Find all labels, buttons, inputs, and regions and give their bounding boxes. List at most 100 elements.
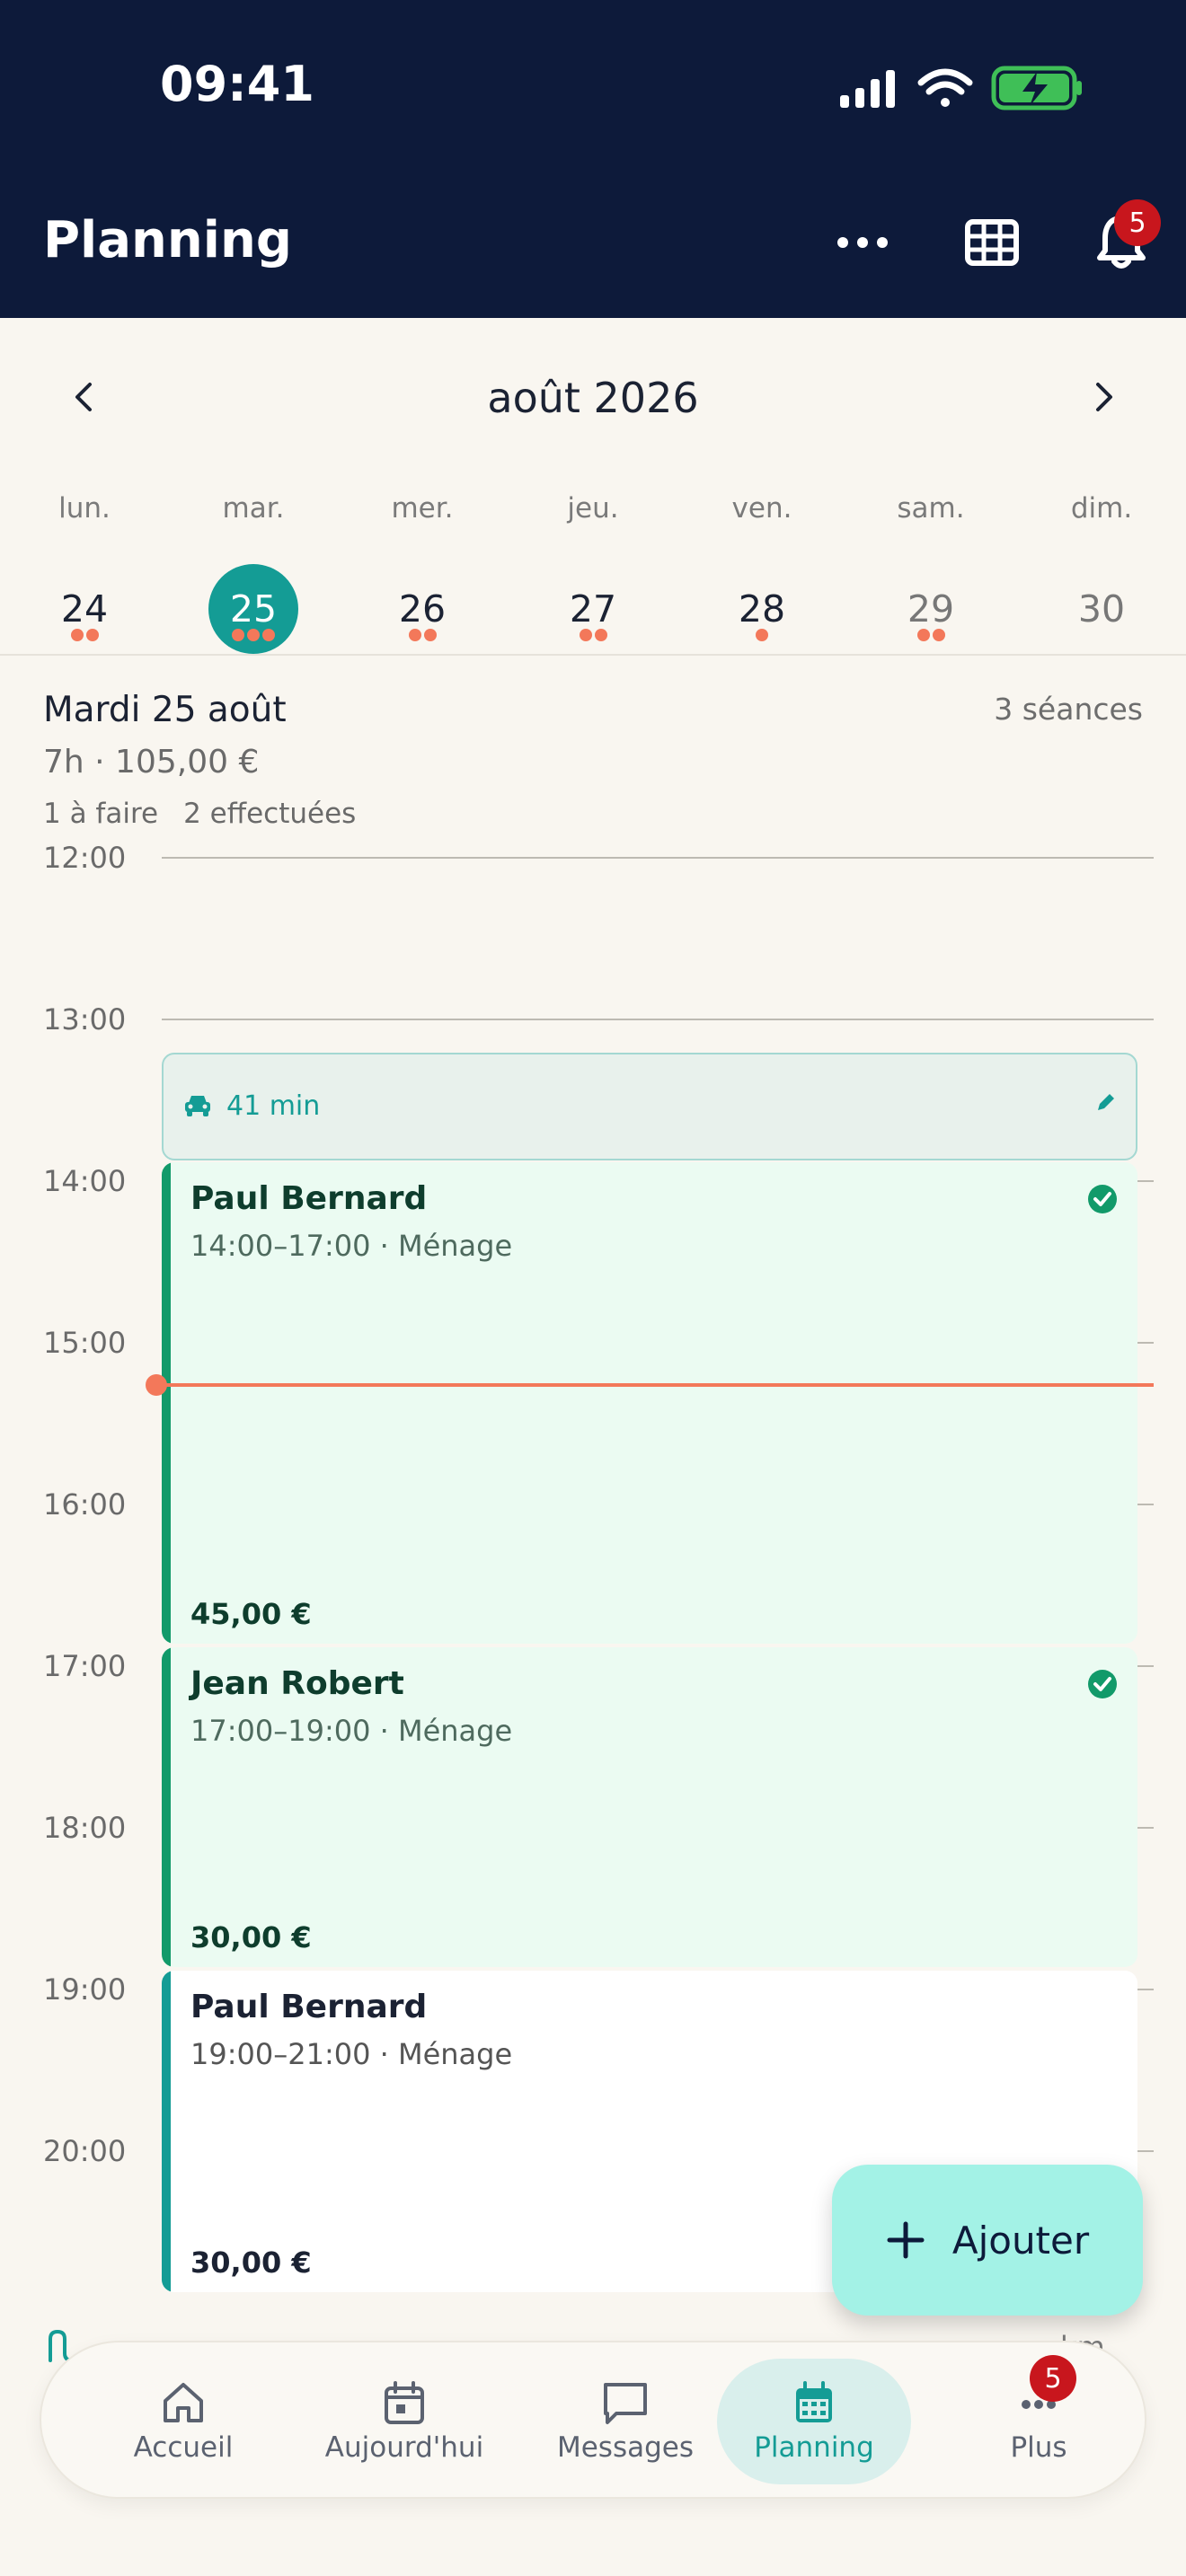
more-options-button[interactable] xyxy=(827,207,898,278)
hour-gridline xyxy=(1137,1180,1154,1182)
status-bar xyxy=(162,1162,171,1644)
session-price: 45,00 € xyxy=(190,1597,312,1631)
notification-badge: 5 xyxy=(1114,199,1161,246)
divider xyxy=(0,654,1186,656)
hour-gridline xyxy=(1137,1827,1154,1829)
session-price: 30,00 € xyxy=(190,1920,312,1954)
session-dots xyxy=(40,629,129,641)
weekday-label: dim. xyxy=(1070,492,1133,525)
session-dot xyxy=(85,629,99,641)
wifi-icon xyxy=(917,68,973,107)
check-circle-icon xyxy=(1087,1184,1118,1218)
done-count: 2 effectuées xyxy=(183,798,357,830)
hour-gridline xyxy=(1137,1504,1154,1505)
status-icons xyxy=(836,63,1087,120)
session-dot xyxy=(262,629,275,641)
car-icon xyxy=(183,1092,212,1121)
hour-label: 18:00 xyxy=(43,1811,127,1845)
hour-label: 12:00 xyxy=(43,841,127,875)
session-dot xyxy=(247,629,260,641)
tab-aujourdhui[interactable]: Aujourd'hui xyxy=(296,2359,512,2484)
session-dot xyxy=(594,629,607,641)
chat-icon xyxy=(604,2383,647,2424)
hour-label: 19:00 xyxy=(43,1972,127,2007)
todo-count: 1 à faire xyxy=(43,798,159,830)
day-status: 1 à faire 2 effectuées xyxy=(43,798,381,830)
bottom-tab-bar: Accueil Aujourd'hui Messages Planning Pl… xyxy=(40,2341,1146,2499)
client-name: Jean Robert xyxy=(190,1665,404,1702)
grid-icon xyxy=(965,219,1019,266)
status-time: 09:41 xyxy=(160,56,314,112)
session-dot xyxy=(756,629,768,641)
add-session-button[interactable]: Ajouter xyxy=(832,2165,1143,2316)
tab-label: Messages xyxy=(556,2431,695,2464)
session-time: 14:00–17:00 · Ménage xyxy=(190,1229,513,1263)
session-dot xyxy=(916,629,930,641)
cellular-signal-icon xyxy=(840,70,895,108)
weekday-label: jeu. xyxy=(567,492,619,525)
session-count: 3 séances xyxy=(994,692,1143,727)
status-bar xyxy=(162,1647,171,1967)
page-title: Planning xyxy=(43,211,292,269)
session-card[interactable]: Paul Bernard 14:00–17:00 · Ménage 45,00 … xyxy=(162,1162,1137,1644)
status-bar xyxy=(162,1971,171,2292)
session-card[interactable]: Jean Robert 17:00–19:00 · Ménage 30,00 € xyxy=(162,1647,1137,1967)
hour-label: 13:00 xyxy=(43,1002,127,1037)
hour-label: 16:00 xyxy=(43,1487,127,1522)
tab-accueil[interactable]: Accueil xyxy=(75,2359,291,2484)
session-dots xyxy=(377,629,467,641)
tab-label: Accueil xyxy=(133,2431,234,2464)
session-time: 17:00–19:00 · Ménage xyxy=(190,1714,513,1748)
session-dot xyxy=(579,629,592,641)
current-time-dot xyxy=(146,1374,167,1396)
calendar-day-icon xyxy=(385,2381,424,2424)
session-dots xyxy=(717,629,807,641)
home-icon xyxy=(164,2383,203,2422)
hour-label: 17:00 xyxy=(43,1649,127,1683)
hour-label: 20:00 xyxy=(43,2134,127,2168)
add-button-label: Ajouter xyxy=(951,2218,1090,2263)
session-dot xyxy=(408,629,421,641)
weekday-label: lun. xyxy=(58,492,111,525)
grid-view-button[interactable] xyxy=(956,207,1028,278)
calendar-icon xyxy=(796,2381,832,2422)
hour-gridline xyxy=(162,857,1154,859)
travel-time-block[interactable]: 41 min xyxy=(162,1053,1137,1160)
hour-gridline xyxy=(1137,1665,1154,1667)
session-dot xyxy=(932,629,945,641)
tab-label: Aujourd'hui xyxy=(324,2431,484,2464)
more-horizontal-icon xyxy=(837,237,888,248)
tab-planning[interactable]: Planning xyxy=(717,2359,911,2484)
hour-label: 15:00 xyxy=(43,1326,127,1360)
session-dots xyxy=(886,629,976,641)
day-title: Mardi 25 août xyxy=(43,690,287,730)
current-time-line xyxy=(158,1383,1154,1387)
pencil-icon[interactable] xyxy=(1094,1090,1118,1117)
hour-label: 14:00 xyxy=(43,1164,127,1198)
plus-icon xyxy=(887,2221,925,2259)
session-dots xyxy=(548,629,638,641)
next-month-button[interactable] xyxy=(1078,370,1132,424)
session-dot xyxy=(423,629,437,641)
tab-messages[interactable]: Messages xyxy=(518,2359,733,2484)
weekday-label: mar. xyxy=(222,492,285,525)
check-circle-icon xyxy=(1087,1669,1118,1703)
weekday-label: mer. xyxy=(391,492,454,525)
chevron-right-icon xyxy=(1096,383,1112,411)
session-dots xyxy=(208,629,298,641)
travel-duration: 41 min xyxy=(226,1090,321,1122)
tab-label: Plus xyxy=(1010,2431,1067,2464)
month-label: août 2026 xyxy=(487,374,699,422)
battery-charging-icon xyxy=(991,66,1082,110)
hour-gridline xyxy=(1137,1989,1154,1990)
weekday-label: ven. xyxy=(731,492,792,525)
chevron-left-icon xyxy=(75,383,92,411)
session-dot xyxy=(70,629,84,641)
previous-month-button[interactable] xyxy=(56,370,110,424)
session-price: 30,00 € xyxy=(190,2245,312,2280)
hour-gridline xyxy=(1137,2150,1154,2152)
day-summary: 7h · 105,00 € xyxy=(43,744,260,781)
day-30[interactable]: 30 xyxy=(1057,564,1146,654)
client-name: Paul Bernard xyxy=(190,1989,428,2025)
client-name: Paul Bernard xyxy=(190,1180,428,1217)
